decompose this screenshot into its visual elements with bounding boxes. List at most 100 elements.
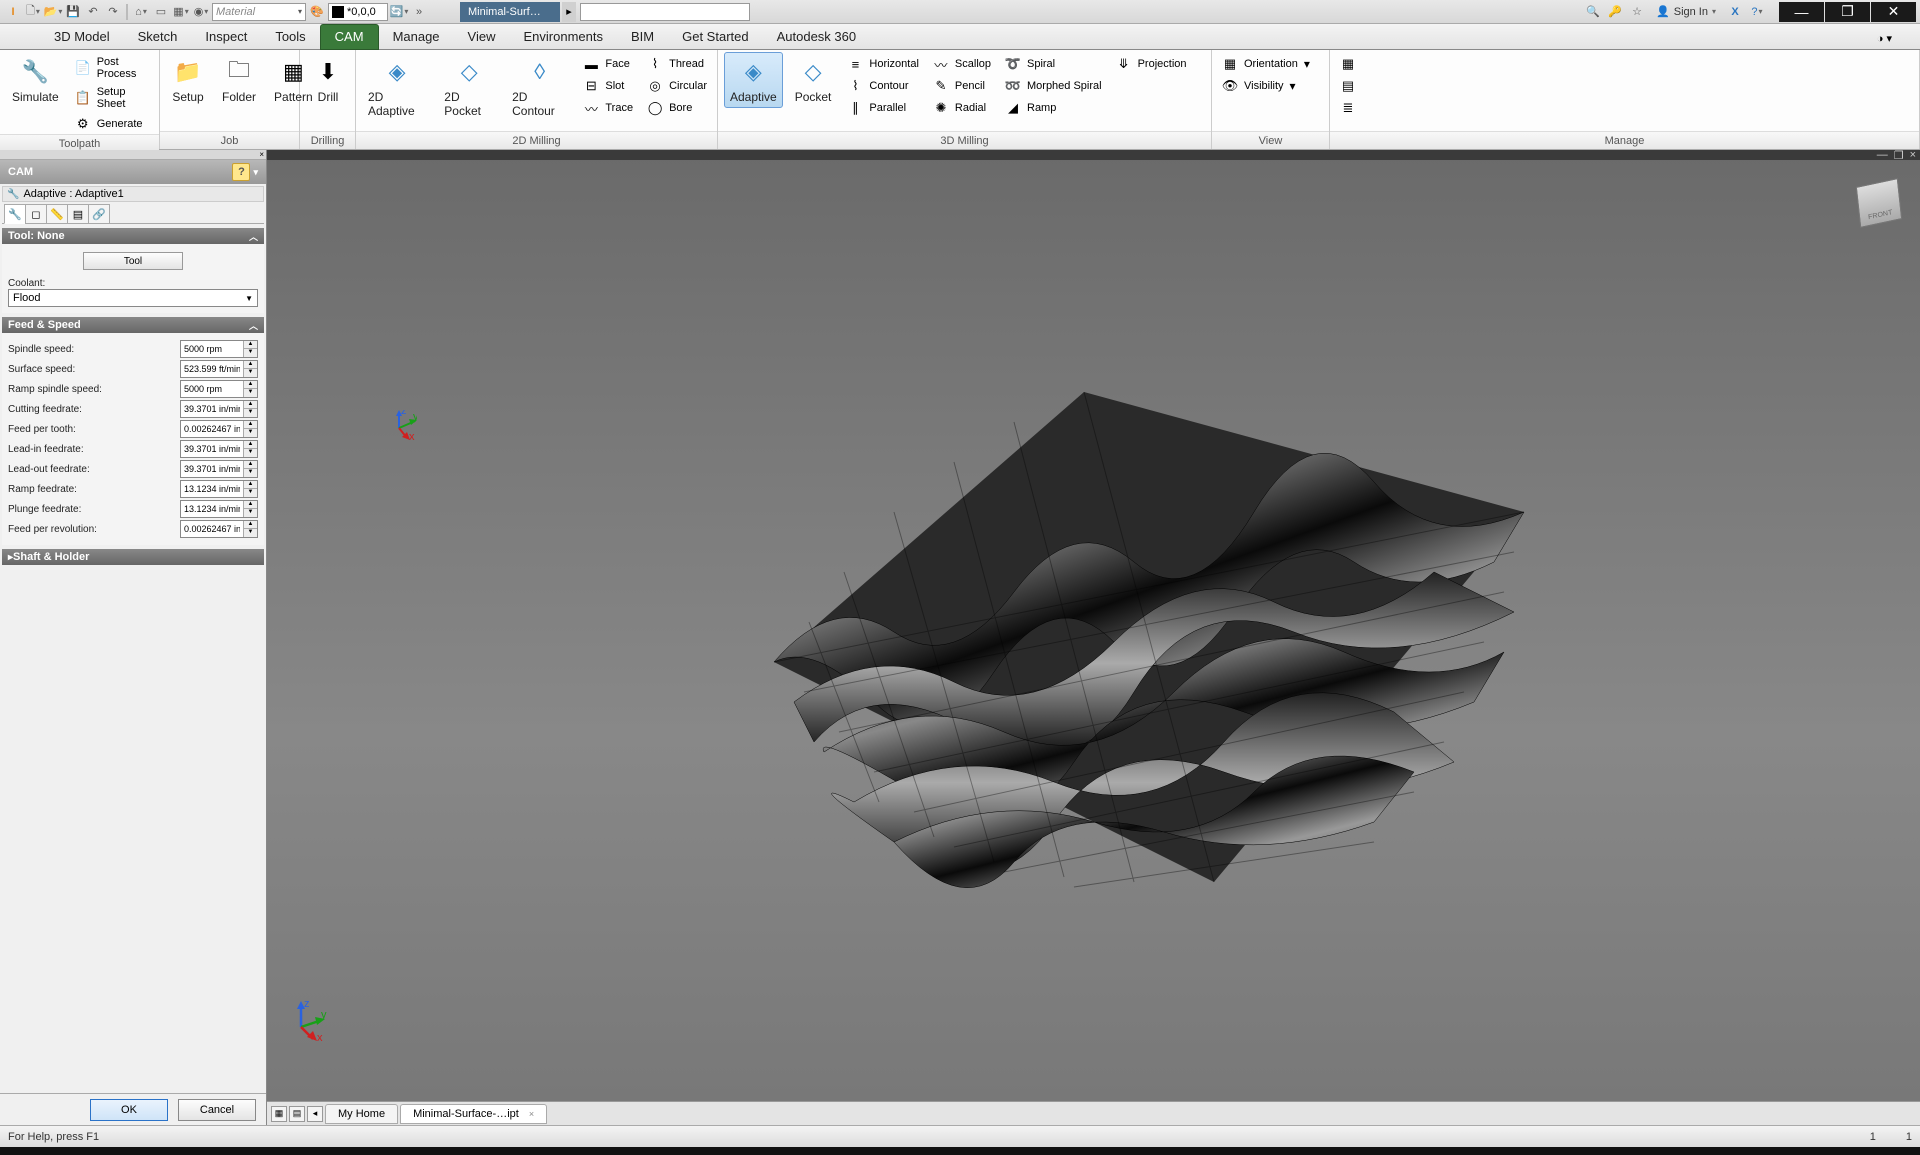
exchange-icon[interactable]: X xyxy=(1726,3,1744,21)
rgb-input[interactable]: *0,0,0 xyxy=(328,3,388,21)
field-surface_speed-input[interactable]: ▲▼ xyxy=(180,360,258,378)
tab-manage[interactable]: Manage xyxy=(379,25,454,49)
morphed-spiral-button[interactable]: ➿Morphed Spiral xyxy=(1001,76,1106,96)
manage-btn3[interactable]: ≣ xyxy=(1336,98,1360,118)
panel-tab-tool[interactable]: 🔧 xyxy=(4,204,26,224)
search-input[interactable] xyxy=(580,3,750,21)
setup-button[interactable]: 📁Setup xyxy=(166,52,210,108)
2d-adaptive-button[interactable]: ◈2D Adaptive xyxy=(362,52,432,122)
panel-tab-geometry[interactable]: ◻ xyxy=(25,204,47,224)
field-lead_in-input[interactable]: ▲▼ xyxy=(180,440,258,458)
field-lead_out-input[interactable]: ▲▼ xyxy=(180,460,258,478)
tool-select-button[interactable]: Tool xyxy=(83,252,183,270)
app-icon[interactable]: I xyxy=(4,3,22,21)
tab-tools[interactable]: Tools xyxy=(261,25,319,49)
scallop-button[interactable]: 〰Scallop xyxy=(929,54,995,74)
setup-sheet-button[interactable]: 📋Setup Sheet xyxy=(71,84,153,112)
window-maximize[interactable]: ❐ xyxy=(1825,2,1870,22)
tab-view[interactable]: View xyxy=(454,25,510,49)
redo-icon[interactable]: ↷ xyxy=(104,3,122,21)
tab-cam[interactable]: CAM xyxy=(320,24,379,50)
open-icon[interactable]: 📂 xyxy=(44,3,62,21)
cancel-button[interactable]: Cancel xyxy=(178,1099,256,1121)
save-icon[interactable]: 💾 xyxy=(64,3,82,21)
tab-get-started[interactable]: Get Started xyxy=(668,25,762,49)
more-icon[interactable]: » xyxy=(410,3,428,21)
contour-button[interactable]: ⌇Contour xyxy=(843,76,923,96)
shaft-section-header[interactable]: ▸ Shaft & Holder xyxy=(2,549,264,565)
viewport-canvas[interactable]: FRONT zyx zyx xyxy=(267,160,1920,1101)
thread-button[interactable]: ⌇Thread xyxy=(643,54,711,74)
horizontal-button[interactable]: ≡Horizontal xyxy=(843,54,923,74)
spiral-button[interactable]: ➰Spiral xyxy=(1001,54,1106,74)
star-icon[interactable]: ☆ xyxy=(1628,3,1646,21)
tab-sketch[interactable]: Sketch xyxy=(124,25,192,49)
simulate-button[interactable]: 🔧 Simulate xyxy=(6,52,65,108)
field-ramp_spindle-input[interactable]: ▲▼ xyxy=(180,380,258,398)
field-plunge-input[interactable]: ▲▼ xyxy=(180,500,258,518)
orientation-button[interactable]: ▦Orientation ▾ xyxy=(1218,54,1314,74)
tab-document[interactable]: Minimal-Surface-…ipt× xyxy=(400,1104,547,1124)
trace-button[interactable]: 〰Trace xyxy=(579,98,637,118)
home-icon[interactable]: ⌂ xyxy=(132,3,150,21)
3d-pocket-button[interactable]: ◇Pocket xyxy=(789,52,838,108)
panel-tab-heights[interactable]: 📏 xyxy=(46,204,68,224)
new-icon[interactable]: 🗋 xyxy=(24,3,42,21)
help-icon[interactable]: ? xyxy=(1748,3,1766,21)
field-feed_rev-input[interactable]: ▲▼ xyxy=(180,520,258,538)
tool-section-header[interactable]: Tool: None︿ xyxy=(2,228,264,244)
drill-button[interactable]: ⬇Drill xyxy=(306,52,350,108)
projection-button[interactable]: ⤋Projection xyxy=(1112,54,1191,74)
select-icon[interactable]: ▭ xyxy=(152,3,170,21)
parallel-button[interactable]: ∥Parallel xyxy=(843,98,923,118)
coolant-combo[interactable]: Flood xyxy=(8,289,258,307)
3d-adaptive-button[interactable]: ◈Adaptive xyxy=(724,52,783,108)
field-spindle_speed-input[interactable]: ▲▼ xyxy=(180,340,258,358)
find-icon[interactable]: 🔍 xyxy=(1584,3,1602,21)
panel-help-icon[interactable]: ? xyxy=(232,163,250,181)
circular-button[interactable]: ◎Circular xyxy=(643,76,711,96)
manage-btn2[interactable]: ▤ xyxy=(1336,76,1360,96)
select-mode-icon[interactable]: ▦ xyxy=(172,3,190,21)
2d-pocket-button[interactable]: ◇2D Pocket xyxy=(438,52,500,122)
window-minimize[interactable]: — xyxy=(1779,2,1824,22)
color-wheel-icon[interactable]: 🎨 xyxy=(308,3,326,21)
2d-contour-button[interactable]: ◊2D Contour xyxy=(506,52,573,122)
tab-bim[interactable]: BIM xyxy=(617,25,668,49)
refresh-icon[interactable]: 🔄 xyxy=(390,3,408,21)
tab-environments[interactable]: Environments xyxy=(510,25,617,49)
field-cutting-input[interactable]: ▲▼ xyxy=(180,400,258,418)
tab-autodesk-360[interactable]: Autodesk 360 xyxy=(763,25,871,49)
nav-cube[interactable]: FRONT xyxy=(1854,176,1904,226)
ramp-button[interactable]: ◢Ramp xyxy=(1001,98,1106,118)
visibility-button[interactable]: 👁Visibility ▾ xyxy=(1218,76,1314,96)
generate-button[interactable]: ⚙Generate xyxy=(71,114,153,134)
post-process-button[interactable]: 📄Post Process xyxy=(71,54,153,82)
field-feed_tooth-input[interactable]: ▲▼ xyxy=(180,420,258,438)
appearance-icon[interactable]: ◉ xyxy=(192,3,210,21)
tab-my-home[interactable]: My Home xyxy=(325,1104,398,1124)
folder-button[interactable]: 🗀Folder xyxy=(216,52,262,108)
slot-button[interactable]: ⊟Slot xyxy=(579,76,637,96)
tab-grid-icon[interactable]: ▤ xyxy=(289,1106,305,1122)
tab-3d-model[interactable]: 3D Model xyxy=(40,25,124,49)
field-ramp-input[interactable]: ▲▼ xyxy=(180,480,258,498)
tab-inspect[interactable]: Inspect xyxy=(191,25,261,49)
face-button[interactable]: ▬Face xyxy=(579,54,637,74)
radial-button[interactable]: ✺Radial xyxy=(929,98,995,118)
panel-close-bar[interactable]: × xyxy=(0,150,266,160)
manage-btn1[interactable]: ▦ xyxy=(1336,54,1360,74)
pencil-button[interactable]: ✎Pencil xyxy=(929,76,995,96)
panel-tab-passes[interactable]: ▤ xyxy=(67,204,89,224)
document-tab[interactable]: Minimal-Surf… xyxy=(460,2,560,22)
ok-button[interactable]: OK xyxy=(90,1099,168,1121)
tab-layout-icon[interactable]: ▦ xyxy=(271,1106,287,1122)
key-icon[interactable]: 🔑 xyxy=(1606,3,1624,21)
panel-tab-linking[interactable]: 🔗 xyxy=(88,204,110,224)
sign-in-button[interactable]: 👤 Sign In xyxy=(1650,5,1722,18)
tab-close-icon[interactable]: × xyxy=(529,1109,534,1119)
document-tab-next[interactable]: ▸ xyxy=(562,2,576,22)
material-combo[interactable]: Material xyxy=(212,3,306,21)
undo-icon[interactable]: ↶ xyxy=(84,3,102,21)
ribbon-options-icon[interactable]: ◑ ▾ xyxy=(1869,28,1900,49)
